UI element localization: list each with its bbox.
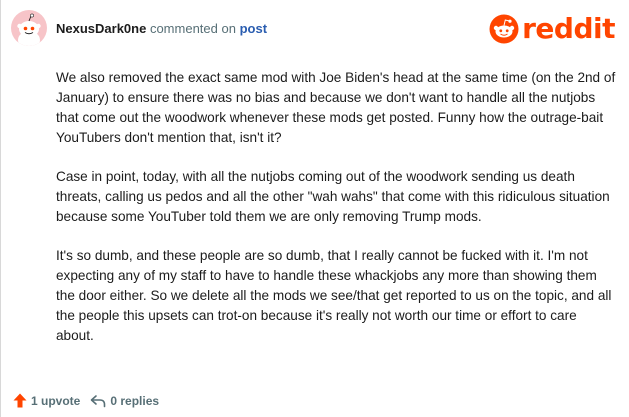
comment-meta: NexusDark0ne commented on post (56, 21, 267, 36)
post-link[interactable]: post (240, 21, 267, 36)
comment-footer: 1 upvote 0 replies (13, 393, 159, 408)
comment-body: We also removed the exact same mod with … (56, 68, 616, 365)
reply-arrow-icon (91, 394, 106, 407)
reddit-logo[interactable]: reddit (489, 14, 615, 44)
comment-paragraph: It's so dumb, and these people are so du… (56, 248, 612, 343)
reddit-alien-icon (489, 14, 519, 44)
replies-count: 0 replies (110, 393, 160, 408)
action-text: commented on (149, 20, 236, 36)
username-link[interactable]: NexusDark0ne (56, 21, 146, 36)
snoo-avatar-icon (17, 13, 41, 46)
avatar[interactable] (11, 10, 47, 46)
upvote-arrow-icon (13, 393, 27, 408)
reddit-wordmark: reddit (522, 12, 615, 45)
comment-header: NexusDark0ne commented on post (11, 10, 267, 46)
comment-card: NexusDark0ne commented on post reddit We… (0, 0, 629, 417)
comment-paragraph: We also removed the exact same mod with … (56, 70, 616, 145)
upvote-count: 1 upvote (31, 393, 81, 408)
replies-button[interactable]: 0 replies (90, 394, 159, 408)
upvote-button[interactable]: 1 upvote (13, 393, 80, 408)
comment-paragraph: Case in point, today, with all the nutjo… (56, 169, 610, 224)
